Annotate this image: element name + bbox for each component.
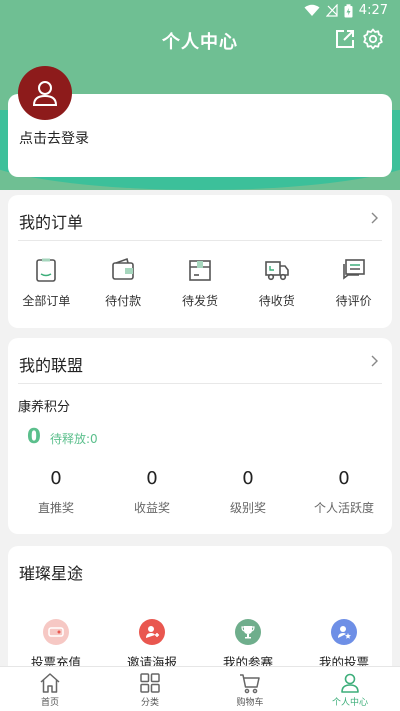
order-pending-receipt[interactable]: 待收货 [242, 257, 312, 309]
signal-icon [325, 4, 338, 17]
points-value: 0 [27, 424, 41, 448]
order-status-row: 全部订单 待付款 待发货 待收货 待评价 [8, 257, 392, 309]
points-label: 康养积分 [18, 400, 71, 415]
chevron-right-icon [371, 212, 378, 224]
home-icon [40, 673, 60, 693]
tab-home[interactable]: 首页 [0, 667, 100, 711]
package-icon [189, 260, 211, 281]
tab-category[interactable]: 分类 [100, 667, 200, 711]
share-icon[interactable] [334, 28, 356, 50]
avatar[interactable] [18, 66, 72, 120]
truck-icon [264, 261, 289, 281]
wallet-icon [112, 257, 134, 280]
order-pending-payment[interactable]: 待付款 [88, 257, 158, 309]
stat-activity[interactable]: 0 个人活跃度 [296, 468, 392, 516]
stat-label: 级别奖 [229, 501, 266, 515]
stat-level-reward[interactable]: 0 级别奖 [200, 468, 296, 516]
alliance-stats: 0 直推奖 0 收益奖 0 级别奖 0 个人活跃度 [8, 468, 392, 516]
cart-icon [240, 674, 260, 694]
tab-cart[interactable]: 购物车 [200, 667, 300, 711]
stat-value: 0 [242, 468, 254, 489]
grid-icon [140, 673, 160, 693]
status-time: 4:27 [358, 3, 388, 18]
tab-home-label: 首页 [40, 698, 59, 708]
ticket-icon [43, 619, 69, 645]
stat-value: 0 [146, 468, 158, 489]
comment-icon [342, 259, 365, 280]
tab-cart-label: 购物车 [236, 698, 264, 708]
settings-icon[interactable] [362, 28, 384, 50]
login-link[interactable]: 点击去登录 [19, 128, 89, 148]
alliance-card: 我的联盟 康养积分 0 待释放:0 0 直推奖 0 收益奖 0 级别奖 0 个人… [8, 338, 392, 534]
stat-label: 收益奖 [133, 501, 170, 515]
order-pending-review-label: 待评价 [335, 294, 372, 308]
orders-title: 我的订单 [19, 213, 84, 232]
my-contest[interactable]: 我的参赛 [208, 619, 288, 671]
trophy-icon [235, 619, 261, 645]
stat-income-reward[interactable]: 0 收益奖 [104, 468, 200, 516]
login-card[interactable]: 点击去登录 [8, 66, 392, 177]
order-pending-shipment[interactable]: 待发货 [165, 257, 235, 309]
clipboard-icon [36, 258, 57, 282]
invite-poster[interactable]: 邀请海报 [112, 619, 192, 671]
tab-category-label: 分类 [140, 698, 159, 708]
tab-profile-label: 个人中心 [331, 698, 368, 708]
battery-icon [344, 3, 353, 17]
stat-value: 0 [338, 468, 350, 489]
orders-card: 我的订单 全部订单 待付款 待发货 待收货 待评价 [8, 195, 392, 328]
status-bar: 4:27 [0, 0, 400, 24]
bottom-tab-bar: 首页 分类 购物车 个人中心 [0, 666, 400, 711]
wifi-icon [304, 4, 320, 16]
alliance-title: 我的联盟 [19, 356, 84, 375]
chevron-right-icon [371, 355, 378, 367]
invite-icon [139, 619, 165, 645]
vote-recharge[interactable]: 投票充值 [16, 619, 96, 671]
order-pending-receipt-label: 待收货 [258, 294, 295, 308]
points-pending: 待释放:0 [50, 432, 98, 446]
stars-card: 璀璨星途 投票充值 邀请海报 我的参赛 我的投票 [8, 546, 392, 676]
stars-title: 璀璨星途 [19, 564, 84, 583]
stat-label: 个人活跃度 [313, 501, 374, 515]
tab-profile[interactable]: 个人中心 [300, 667, 400, 711]
stat-direct-reward[interactable]: 0 直推奖 [8, 468, 104, 516]
stat-label: 直推奖 [37, 501, 74, 515]
person-icon [341, 673, 359, 693]
alliance-header[interactable]: 我的联盟 [18, 338, 382, 384]
order-all-label: 全部订单 [22, 294, 71, 308]
vote-icon [331, 619, 357, 645]
my-votes[interactable]: 我的投票 [304, 619, 384, 671]
order-all[interactable]: 全部订单 [11, 257, 81, 309]
user-icon [32, 81, 58, 106]
order-pending-review[interactable]: 待评价 [319, 257, 389, 309]
status-icons: 4:27 [304, 3, 388, 18]
stars-row: 投票充值 邀请海报 我的参赛 我的投票 [8, 619, 392, 671]
order-pending-payment-label: 待付款 [105, 294, 142, 308]
orders-header[interactable]: 我的订单 [18, 195, 382, 241]
order-pending-shipment-label: 待发货 [181, 294, 218, 308]
stat-value: 0 [50, 468, 62, 489]
